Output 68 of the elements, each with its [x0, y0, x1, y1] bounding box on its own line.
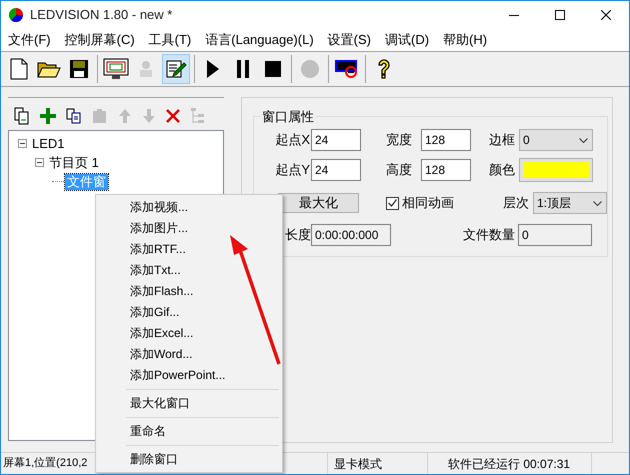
monitor-icon	[103, 58, 129, 80]
stop-icon	[265, 61, 281, 77]
color-swatch-button[interactable]	[519, 158, 593, 182]
context-menu-item[interactable]: 添加Txt...	[128, 261, 183, 280]
close-icon	[601, 10, 611, 20]
field-label: 长度	[284, 226, 311, 244]
tree-item[interactable]: LED1	[31, 136, 66, 152]
field-label: 高度	[386, 161, 413, 180]
input-field[interactable]: 24	[311, 159, 361, 181]
field-label: 边框	[489, 131, 516, 150]
dropdown[interactable]: 0	[519, 129, 593, 151]
context-menu-item[interactable]: 添加图片...	[128, 219, 190, 238]
context-menu-item[interactable]: 添加PowerPoint...	[128, 366, 228, 385]
collapse-toggle[interactable]	[35, 158, 44, 167]
input-field[interactable]: 128	[421, 129, 471, 151]
pause-icon	[236, 60, 250, 78]
field-label: 层次	[503, 194, 530, 212]
context-menu-item[interactable]: 添加Gif...	[128, 303, 182, 322]
status-text: 显卡模式	[328, 453, 428, 474]
status-text: 软件已经运行 00:07:31	[428, 453, 592, 474]
context-menu-item[interactable]: 删除窗口	[128, 450, 180, 469]
field-label: 宽度	[386, 131, 413, 150]
context-menu-item[interactable]: 重命名	[128, 422, 168, 441]
context-menu-item[interactable]: 添加RTF...	[128, 240, 188, 259]
collapse-toggle[interactable]	[18, 139, 27, 148]
plus-icon[interactable]	[40, 108, 56, 124]
checkmark-icon	[388, 199, 397, 207]
menu-item[interactable]: 控制屏幕(C)	[60, 30, 140, 50]
pencil-note-icon	[165, 58, 187, 80]
field-label: 颜色	[489, 161, 516, 180]
checkbox-label: 相同动画	[402, 194, 455, 212]
new-file-icon	[9, 58, 29, 80]
field-label: 文件数量	[463, 226, 516, 244]
menu-item[interactable]: 文件(F)	[3, 30, 56, 50]
pages-icon[interactable]	[14, 106, 30, 124]
window-title: LEDVISION 1.80 - new *	[30, 6, 172, 24]
screen-blocked-icon	[335, 60, 359, 78]
record-icon	[300, 59, 320, 79]
context-menu-item[interactable]: 添加Flash...	[128, 282, 196, 301]
context-menu-item[interactable]: 最大化窗口	[128, 394, 192, 413]
play-icon	[206, 59, 220, 79]
context-menu-item[interactable]: 添加Excel...	[128, 324, 196, 343]
menu-item[interactable]: 语言(Language)(L)	[200, 30, 319, 50]
app-logo-icon	[9, 8, 23, 22]
duration-field[interactable]: 0:00:00:000	[311, 224, 391, 246]
chevron-down-icon	[593, 200, 602, 206]
menu-item[interactable]: 帮助(H)	[438, 30, 492, 50]
menu-item[interactable]: 工具(T)	[144, 30, 196, 50]
menu-item[interactable]: 调试(D)	[380, 30, 434, 50]
delete-icon[interactable]	[166, 108, 180, 122]
tree-item[interactable]: 节目页 1	[48, 154, 100, 170]
maximize-window-button[interactable]: 最大化	[278, 193, 359, 213]
chevron-down-icon	[579, 138, 588, 142]
field-label: 起点X	[274, 131, 310, 150]
context-menu-item[interactable]: 添加视频...	[128, 198, 190, 217]
input-field[interactable]: 128	[421, 159, 471, 181]
file-count-field[interactable]: 0	[518, 224, 592, 246]
context-menu-item[interactable]: 添加Word...	[128, 345, 194, 364]
input-field[interactable]: 24	[311, 129, 361, 151]
field-label: 起点Y	[274, 161, 310, 180]
checkbox[interactable]	[386, 196, 399, 210]
toolbar-button[interactable]	[162, 54, 190, 84]
minimize-icon	[509, 14, 519, 16]
maximize-icon	[555, 10, 565, 20]
copy-icon[interactable]	[66, 108, 82, 124]
menu-item[interactable]: 设置(S)	[322, 30, 376, 50]
dropdown[interactable]: 1:顶层	[533, 192, 607, 214]
help-icon	[377, 58, 391, 80]
